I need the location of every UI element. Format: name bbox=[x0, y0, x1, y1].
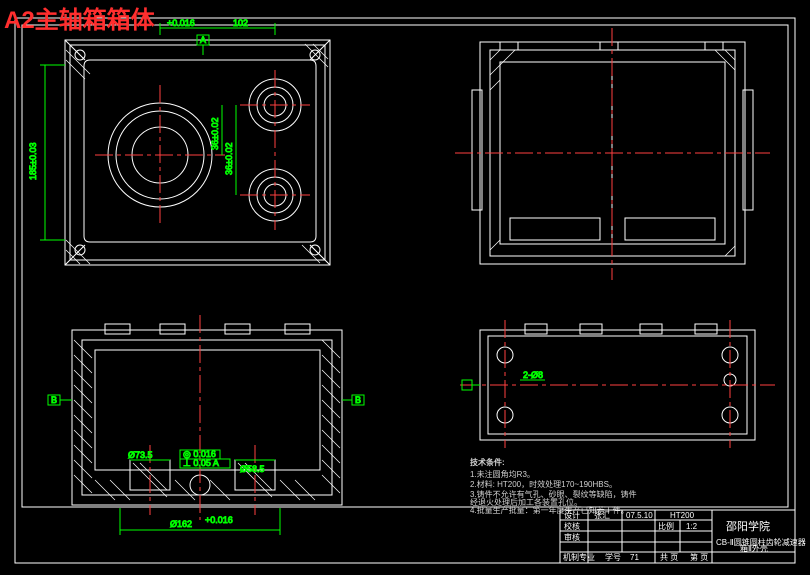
svg-text:+0.016: +0.016 bbox=[167, 18, 195, 28]
svg-text:审核: 审核 bbox=[564, 532, 580, 542]
svg-text:B: B bbox=[51, 395, 57, 405]
svg-text:第 页: 第 页 bbox=[690, 552, 708, 562]
svg-text:36±0.02: 36±0.02 bbox=[224, 143, 234, 175]
view-bottom-right: 2-Ø8 bbox=[460, 320, 775, 448]
svg-text:A: A bbox=[200, 35, 206, 45]
svg-text:HT200: HT200 bbox=[670, 511, 695, 520]
svg-text:Ø58.5: Ø58.5 bbox=[240, 464, 265, 474]
cad-drawing: 102 +0.016 A 185±0.03 36±0.02 36±0.02 bbox=[0, 0, 810, 575]
svg-text:07.5.10: 07.5.10 bbox=[626, 511, 653, 520]
view-top-right bbox=[455, 28, 770, 280]
svg-text:1:2: 1:2 bbox=[686, 522, 698, 531]
svg-text:71: 71 bbox=[630, 553, 639, 562]
svg-text:Ø162: Ø162 bbox=[170, 519, 192, 529]
svg-text:2.材料: HT200，时效处理170~190HBS。: 2.材料: HT200，时效处理170~190HBS。 bbox=[470, 479, 617, 489]
svg-text:设计: 设计 bbox=[564, 510, 580, 520]
svg-text:+0.016: +0.016 bbox=[205, 515, 233, 525]
technical-notes: 技术条件: 1.未注圆角均R3。 2.材料: HT200，时效处理170~190… bbox=[470, 457, 637, 515]
svg-text:1.未注圆角均R3。: 1.未注圆角均R3。 bbox=[470, 469, 535, 479]
svg-text:比例: 比例 bbox=[658, 521, 674, 531]
view-top-left bbox=[65, 40, 330, 265]
svg-text:Ø73.5: Ø73.5 bbox=[128, 450, 153, 460]
svg-text:校核: 校核 bbox=[564, 521, 580, 531]
svg-text:B: B bbox=[355, 395, 361, 405]
svg-text:邵阳学院: 邵阳学院 bbox=[726, 519, 770, 533]
svg-text:185±0.03: 185±0.03 bbox=[28, 143, 38, 180]
svg-text:学号: 学号 bbox=[605, 552, 621, 562]
overlay-title: A2主轴箱箱体 bbox=[4, 0, 155, 35]
svg-text:⊥ 0.05 A: ⊥ 0.05 A bbox=[183, 458, 219, 468]
svg-text:张汇: 张汇 bbox=[594, 511, 610, 520]
view-bottom-left bbox=[72, 315, 342, 520]
svg-text:2-Ø8: 2-Ø8 bbox=[523, 370, 543, 380]
svg-text:技术条件:: 技术条件: bbox=[470, 457, 505, 467]
svg-text:机制专业: 机制专业 bbox=[563, 552, 595, 562]
svg-text:36±0.02: 36±0.02 bbox=[210, 118, 220, 150]
svg-text:箱Ⅱ外壳: 箱Ⅱ外壳 bbox=[740, 543, 768, 553]
title-block: 设计 张汇 07.5.10 校核 审核 HT200 比例 1:2 邵阳学院 CB… bbox=[560, 510, 806, 563]
svg-text:102: 102 bbox=[233, 18, 248, 28]
svg-text:共 页: 共 页 bbox=[660, 553, 678, 562]
